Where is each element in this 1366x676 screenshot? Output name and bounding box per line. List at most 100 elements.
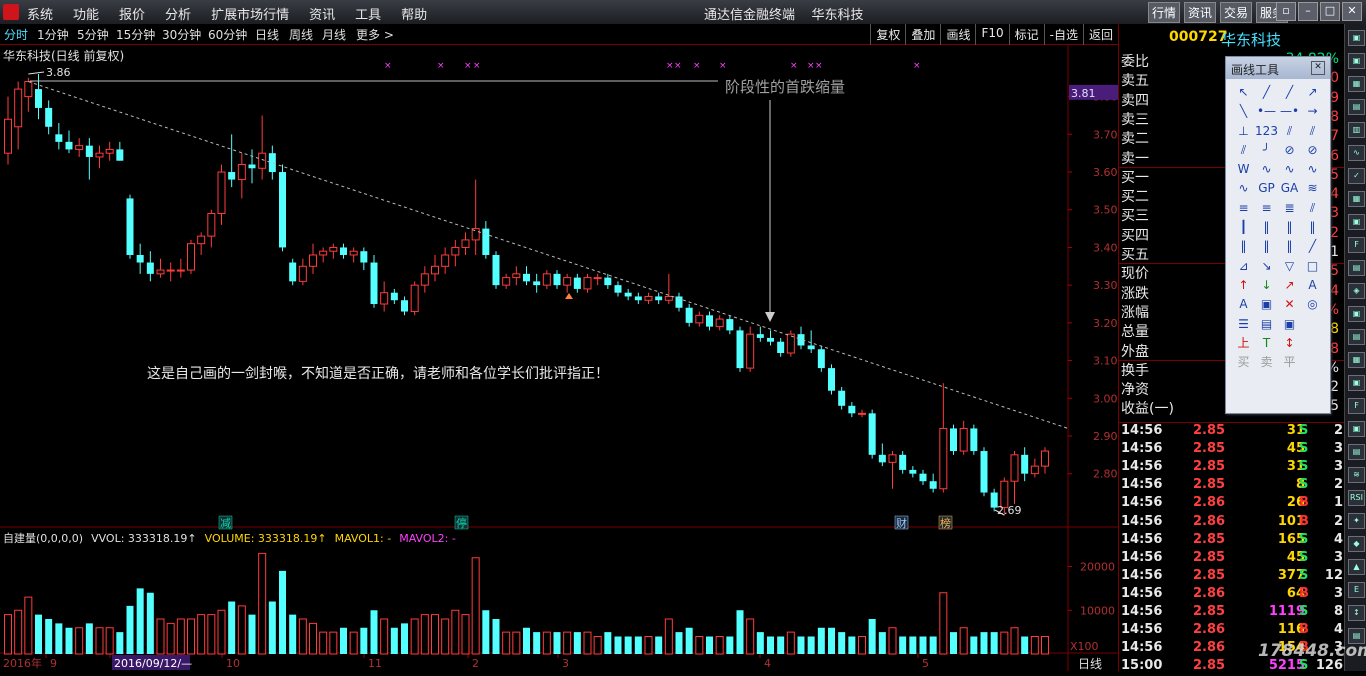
draw-tool-icon[interactable]: GA — [1278, 179, 1301, 198]
f10-button[interactable]: F10 — [975, 24, 1008, 45]
menu-help[interactable]: 帮助 — [401, 4, 427, 23]
menu-function[interactable]: 功能 — [73, 4, 99, 23]
draw-tool-icon[interactable]: GP — [1255, 179, 1278, 198]
sidebar-tool-icon[interactable]: ▣ — [1348, 214, 1365, 230]
menu-extended-market[interactable]: 扩展市场行情 — [211, 4, 289, 23]
close-icon[interactable]: ✕ — [1311, 61, 1325, 75]
period-5min[interactable]: 5分钟 — [77, 26, 109, 43]
draw-tool-icon[interactable]: ▽ — [1278, 257, 1301, 276]
draw-tool-icon[interactable]: ↖ — [1232, 83, 1255, 102]
adjust-button[interactable]: 复权 — [870, 24, 905, 45]
draw-tool-icon[interactable]: ⫽ — [1232, 141, 1255, 160]
draw-tool-panel[interactable]: 画线工具 ✕ ↖ ╱ ╱ ↗ ╲ •— —• → ⊥ 123 ⫽ ⫽ ⫽ ╯ ⊘ ⊘ W ∿ ∿ ∿ ∿ GP GA ≋ ≡ ≡ ≣… — [1225, 56, 1331, 414]
draw-tool-icon[interactable]: ↕ — [1278, 334, 1301, 353]
draw-tool-icon[interactable]: ‖ — [1232, 237, 1255, 256]
draw-tool-icon[interactable]: ⊘ — [1278, 141, 1301, 160]
sidebar-tool-icon[interactable]: ▤ — [1348, 99, 1365, 115]
draw-tool-icon[interactable]: ∿ — [1232, 179, 1255, 198]
menu-quote[interactable]: 报价 — [119, 4, 145, 23]
sidebar-tool-icon[interactable]: ◈ — [1348, 283, 1365, 299]
draw-tool-icon[interactable]: ↑ — [1232, 276, 1255, 295]
draw-tool-icon[interactable]: ≋ — [1301, 179, 1324, 198]
draw-tool-icon[interactable]: 123 — [1255, 122, 1278, 141]
draw-tool-icon[interactable]: ╱ — [1278, 83, 1301, 102]
period-30min[interactable]: 30分钟 — [162, 26, 201, 43]
draw-tool-icon[interactable]: ∿ — [1301, 160, 1324, 179]
draw-tool-icon[interactable]: ↗ — [1301, 83, 1324, 102]
period-weekly[interactable]: 周线 — [289, 26, 313, 43]
sidebar-tool-icon[interactable]: ✦ — [1348, 513, 1365, 529]
watchlist-button[interactable]: -自选 — [1043, 24, 1083, 45]
draw-tool-icon[interactable] — [1301, 353, 1324, 372]
menu-news[interactable]: 资讯 — [309, 4, 335, 23]
sidebar-tool-icon[interactable]: ▦ — [1348, 352, 1365, 368]
restore-icon[interactable]: ▫ — [1276, 2, 1296, 21]
draw-tool-icon[interactable]: ≡ — [1255, 199, 1278, 218]
draw-tool-icon[interactable]: □ — [1301, 257, 1324, 276]
draw-tool-icon[interactable]: ↘ — [1255, 257, 1278, 276]
draw-tool-icon[interactable]: ≡ — [1232, 199, 1255, 218]
draw-tool-icon[interactable]: •— — [1255, 102, 1278, 121]
draw-tool-icon[interactable]: ◎ — [1301, 295, 1324, 314]
draw-tool-icon[interactable]: ☰ — [1232, 315, 1255, 334]
draw-tool-icon[interactable]: A — [1232, 295, 1255, 314]
draw-tool-icon[interactable]: ✕ — [1278, 295, 1301, 314]
draw-tool-icon[interactable]: ⫽ — [1301, 199, 1324, 218]
draw-tool-icon[interactable]: ‖ — [1301, 218, 1324, 237]
sidebar-tool-icon[interactable]: ▣ — [1348, 375, 1365, 391]
sidebar-tool-icon[interactable]: F — [1348, 398, 1365, 414]
sidebar-tool-icon[interactable]: ∿ — [1348, 145, 1365, 161]
draw-tool-icon[interactable]: T — [1255, 334, 1278, 353]
draw-tool-icon[interactable]: 买 — [1232, 353, 1255, 372]
draw-tool-icon[interactable] — [1301, 315, 1324, 334]
draw-tool-icon[interactable]: 上 — [1232, 334, 1255, 353]
sidebar-tool-icon[interactable]: RSI — [1348, 490, 1365, 506]
draw-tool-icon[interactable] — [1301, 334, 1324, 353]
sidebar-tool-icon[interactable]: ▦ — [1348, 76, 1365, 92]
draw-tool-icon[interactable]: ╱ — [1255, 83, 1278, 102]
news-button[interactable]: 资讯 — [1184, 2, 1217, 23]
period-15min[interactable]: 15分钟 — [116, 26, 155, 43]
draw-tool-icon[interactable]: ╯ — [1255, 141, 1278, 160]
sidebar-tool-icon[interactable]: ▣ — [1348, 30, 1365, 46]
draw-tool-icon[interactable]: ╲ — [1232, 102, 1255, 121]
period-60min[interactable]: 60分钟 — [208, 26, 247, 43]
menu-analysis[interactable]: 分析 — [165, 4, 191, 23]
draw-tool-icon[interactable]: —• — [1278, 102, 1301, 121]
draw-button[interactable]: 画线 — [940, 24, 975, 45]
draw-tool-icon[interactable]: ⊥ — [1232, 122, 1255, 141]
period-daily[interactable]: 日线 — [255, 26, 279, 43]
draw-tool-icon[interactable]: ⫽ — [1301, 122, 1324, 141]
draw-tool-icon[interactable]: 平 — [1278, 353, 1301, 372]
back-button[interactable]: 返回 — [1082, 24, 1118, 45]
market-button[interactable]: 行情 — [1148, 2, 1181, 23]
draw-tool-icon[interactable]: ∿ — [1255, 160, 1278, 179]
draw-tool-icon[interactable]: ▤ — [1255, 315, 1278, 334]
maximize-icon[interactable]: □ — [1320, 2, 1340, 21]
period-more[interactable]: 更多 > — [356, 26, 394, 43]
sidebar-tool-icon[interactable]: ▲ — [1348, 559, 1365, 575]
sidebar-tool-icon[interactable]: ▥ — [1348, 122, 1365, 138]
sidebar-tool-icon[interactable]: ▣ — [1348, 306, 1365, 322]
period-monthly[interactable]: 月线 — [322, 26, 346, 43]
minimize-icon[interactable]: – — [1298, 2, 1318, 21]
sidebar-tool-icon[interactable]: F — [1348, 237, 1365, 253]
sidebar-tool-icon[interactable]: ◆ — [1348, 536, 1365, 552]
sidebar-tool-icon[interactable]: ✓ — [1348, 168, 1365, 184]
draw-tool-icon[interactable]: ⊿ — [1232, 257, 1255, 276]
draw-tool-icon[interactable]: ╱ — [1301, 237, 1324, 256]
draw-tool-icon[interactable]: ↗ — [1278, 276, 1301, 295]
draw-tool-icon[interactable]: ▣ — [1278, 315, 1301, 334]
draw-tool-icon[interactable]: ‖ — [1255, 218, 1278, 237]
trade-button[interactable]: 交易 — [1220, 2, 1253, 23]
draw-tool-icon[interactable]: ⫽ — [1278, 122, 1301, 141]
draw-tool-icon[interactable]: → — [1301, 102, 1324, 121]
draw-tool-icon[interactable]: ↓ — [1255, 276, 1278, 295]
sidebar-tool-icon[interactable]: ▤ — [1348, 329, 1365, 345]
mark-button[interactable]: 标记 — [1008, 24, 1044, 45]
sidebar-tool-icon[interactable]: ▣ — [1348, 421, 1365, 437]
kline-chart[interactable]: 3.803.703.603.503.403.303.203.103.002.90… — [0, 44, 1118, 671]
menu-system[interactable]: 系统 — [27, 4, 53, 23]
sidebar-tool-icon[interactable]: ↕ — [1348, 605, 1365, 621]
draw-tool-icon[interactable]: W — [1232, 160, 1255, 179]
